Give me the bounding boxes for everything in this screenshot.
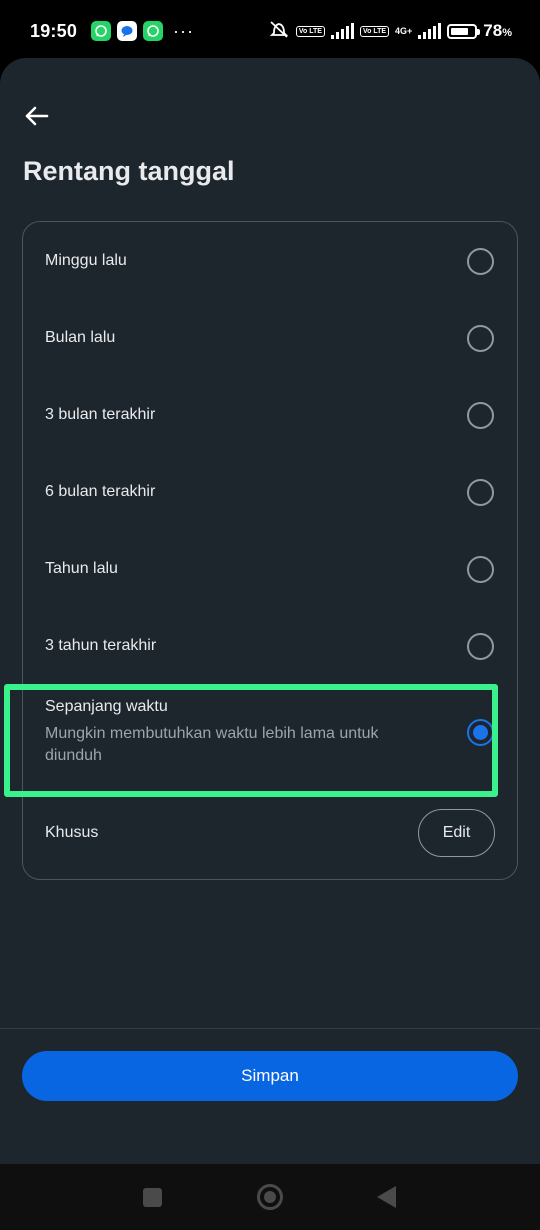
option-label: Khusus bbox=[45, 824, 99, 841]
status-bar: 19:50 ··· Vo LTE Vo LTE 4G+ 78% bbox=[0, 0, 540, 62]
option-last-week[interactable]: Minggu lalu bbox=[23, 240, 517, 282]
recent-apps-icon[interactable] bbox=[143, 1188, 162, 1207]
radio-button[interactable] bbox=[467, 401, 494, 429]
volte-badge: Vo LTE bbox=[295, 25, 325, 37]
volte-badge: Vo LTE bbox=[359, 25, 390, 37]
back-triangle-icon[interactable] bbox=[377, 1186, 396, 1208]
page-title: Rentang tanggal bbox=[23, 156, 235, 186]
option-label: 6 bulan terakhir bbox=[45, 483, 156, 500]
option-all-time[interactable]: Sepanjang waktu Mungkin membutuhkan wakt… bbox=[23, 694, 517, 770]
radio-button-selected[interactable] bbox=[467, 718, 494, 746]
radio-button[interactable] bbox=[467, 324, 494, 352]
back-button[interactable] bbox=[18, 98, 54, 134]
option-last-6-months[interactable]: 6 bulan terakhir bbox=[23, 471, 517, 513]
option-label: 3 tahun terakhir bbox=[45, 637, 157, 654]
messages-icon bbox=[117, 21, 138, 41]
notification-icons: ··· bbox=[91, 21, 194, 41]
radio-button[interactable] bbox=[467, 632, 494, 660]
more-notifications-icon: ··· bbox=[173, 21, 195, 41]
option-last-year[interactable]: Tahun lalu bbox=[23, 548, 517, 590]
option-label: Bulan lalu bbox=[45, 329, 116, 346]
radio-button[interactable] bbox=[467, 555, 494, 583]
status-time: 19:50 bbox=[30, 20, 78, 41]
system-icons: Vo LTE Vo LTE 4G+ 78% bbox=[268, 19, 512, 44]
network-type: 4G+ bbox=[395, 25, 413, 36]
radio-button[interactable] bbox=[467, 478, 494, 506]
option-last-3-months[interactable]: 3 bulan terakhir bbox=[23, 394, 517, 436]
option-label: 3 bulan terakhir bbox=[45, 406, 156, 423]
option-custom[interactable]: Khusus Edit bbox=[23, 807, 517, 859]
navigation-bar bbox=[0, 1164, 540, 1230]
whatsapp-icon bbox=[91, 21, 112, 41]
option-text: Sepanjang waktu Mungkin membutuhkan wakt… bbox=[45, 698, 425, 767]
divider bbox=[0, 1028, 540, 1029]
option-last-3-years[interactable]: 3 tahun terakhir bbox=[23, 625, 517, 667]
signal-2-icon bbox=[418, 23, 442, 39]
option-label: Tahun lalu bbox=[45, 560, 118, 577]
alarm-off-icon bbox=[268, 19, 290, 44]
date-range-options: Minggu lalu Bulan lalu 3 bulan terakhir … bbox=[22, 221, 518, 880]
option-label: Sepanjang waktu bbox=[45, 697, 168, 715]
option-sublabel: Mungkin membutuhkan waktu lebih lama unt… bbox=[45, 724, 379, 764]
option-last-month[interactable]: Bulan lalu bbox=[23, 317, 517, 359]
battery-icon bbox=[447, 23, 481, 39]
edit-button[interactable]: Edit bbox=[418, 809, 495, 857]
option-label: Minggu lalu bbox=[45, 252, 127, 269]
date-range-sheet: Rentang tanggal Minggu lalu Bulan lalu 3… bbox=[0, 58, 540, 1164]
save-button[interactable]: Simpan bbox=[22, 1051, 518, 1101]
home-icon[interactable] bbox=[257, 1184, 283, 1210]
signal-1-icon bbox=[330, 23, 354, 39]
radio-button[interactable] bbox=[467, 247, 494, 275]
battery-percent: 78% bbox=[483, 21, 512, 40]
whatsapp-icon bbox=[143, 21, 164, 41]
arrow-left-icon bbox=[25, 106, 49, 126]
